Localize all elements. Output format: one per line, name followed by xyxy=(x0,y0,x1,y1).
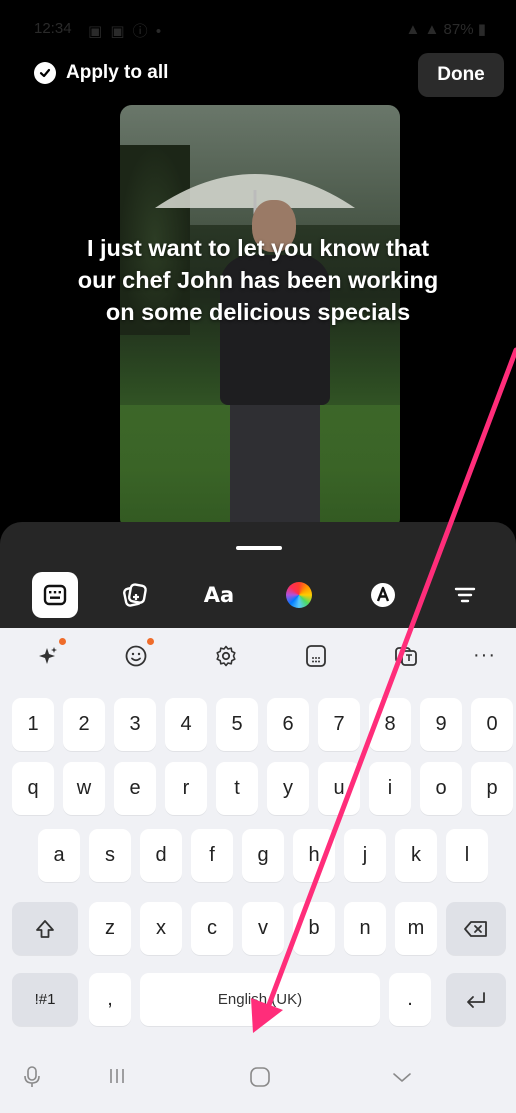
key-f[interactable]: f xyxy=(191,829,233,882)
key-g[interactable]: g xyxy=(242,829,284,882)
align-icon xyxy=(454,587,476,603)
home-button[interactable] xyxy=(248,1065,272,1089)
chevron-down-icon xyxy=(393,1073,411,1082)
keyboard-settings-button[interactable] xyxy=(206,636,246,676)
shift-icon xyxy=(36,919,54,938)
key-2[interactable]: 2 xyxy=(63,698,105,751)
key-b[interactable]: b xyxy=(293,902,335,955)
key-v[interactable]: v xyxy=(242,902,284,955)
key-p[interactable]: p xyxy=(471,762,513,815)
backspace-icon xyxy=(464,920,487,937)
key-m[interactable]: m xyxy=(395,902,437,955)
period-key[interactable]: . xyxy=(389,973,431,1026)
caption-line: on some delicious specials xyxy=(105,299,411,325)
translate-button[interactable] xyxy=(386,636,426,676)
enter-icon xyxy=(467,991,485,1008)
sticker-add-icon xyxy=(123,583,147,607)
on-screen-keyboard: ··· 1 2 3 4 5 6 7 8 9 0 q w e r t y u i … xyxy=(0,628,516,1113)
story-text-editor-screen: 12:34 ▣ ▣ ⓘ • ▲ ▲ 87% ▮ Apply to all Don… xyxy=(0,0,516,1113)
status-bar: 12:34 ▣ ▣ ⓘ • ▲ ▲ 87% ▮ xyxy=(0,0,516,54)
done-button[interactable]: Done xyxy=(418,53,504,97)
emoji-button[interactable] xyxy=(116,636,156,676)
key-8[interactable]: 8 xyxy=(369,698,411,751)
drag-handle[interactable] xyxy=(236,546,282,550)
key-w[interactable]: w xyxy=(63,762,105,815)
sticker-tool-button[interactable] xyxy=(112,572,158,618)
comma-key[interactable]: , xyxy=(89,973,131,1026)
text-editor-panel: Aa xyxy=(0,522,516,628)
key-t[interactable]: t xyxy=(216,762,258,815)
key-k[interactable]: k xyxy=(395,829,437,882)
text-style-tool-button[interactable]: Aa xyxy=(196,572,242,618)
editor-tool-row: Aa xyxy=(0,572,516,622)
check-circle-icon xyxy=(34,62,56,84)
backspace-key[interactable] xyxy=(446,902,506,955)
status-notification-icons: ▣ ▣ ⓘ • xyxy=(88,23,164,40)
ai-sparkle-icon xyxy=(39,647,57,664)
microphone-icon xyxy=(24,1066,40,1087)
system-navigation-bar xyxy=(0,1043,516,1113)
symbols-key[interactable]: !#1 xyxy=(12,973,78,1026)
key-l[interactable]: l xyxy=(446,829,488,882)
microphone-button[interactable] xyxy=(22,1065,42,1089)
key-0[interactable]: 0 xyxy=(471,698,513,751)
key-9[interactable]: 9 xyxy=(420,698,462,751)
key-j[interactable]: j xyxy=(344,829,386,882)
video-person-legs xyxy=(230,395,320,530)
key-o[interactable]: o xyxy=(420,762,462,815)
key-u[interactable]: u xyxy=(318,762,360,815)
settings-icon xyxy=(216,645,236,667)
key-a[interactable]: a xyxy=(38,829,80,882)
apply-to-all-toggle[interactable]: Apply to all xyxy=(34,62,168,84)
enter-key[interactable] xyxy=(446,973,506,1026)
key-s[interactable]: s xyxy=(89,829,131,882)
recent-apps-button[interactable] xyxy=(106,1065,128,1087)
notification-dot xyxy=(59,638,66,645)
emoji-icon xyxy=(125,645,147,667)
hide-keyboard-button[interactable] xyxy=(390,1065,414,1089)
keypad-icon xyxy=(306,645,326,667)
key-7[interactable]: 7 xyxy=(318,698,360,751)
key-q[interactable]: q xyxy=(12,762,54,815)
key-y[interactable]: y xyxy=(267,762,309,815)
apply-to-all-label: Apply to all xyxy=(66,62,169,83)
key-x[interactable]: x xyxy=(140,902,182,955)
text-outline-icon xyxy=(371,583,395,607)
keypad-button[interactable] xyxy=(296,636,336,676)
keyboard-toolbar: ··· xyxy=(0,628,516,684)
keyboard-tool-button[interactable] xyxy=(32,572,78,618)
notification-dot xyxy=(147,638,154,645)
key-d[interactable]: d xyxy=(140,829,182,882)
key-i[interactable]: i xyxy=(369,762,411,815)
ai-sparkle-button[interactable] xyxy=(28,636,68,676)
key-5[interactable]: 5 xyxy=(216,698,258,751)
status-time: 12:34 xyxy=(34,20,72,37)
translate-icon xyxy=(395,647,417,666)
key-6[interactable]: 6 xyxy=(267,698,309,751)
color-tool-button[interactable] xyxy=(276,572,322,618)
status-battery: ▲ ▲ 87% ▮ xyxy=(405,21,486,38)
text-outline-tool-button[interactable] xyxy=(360,572,406,618)
key-n[interactable]: n xyxy=(344,902,386,955)
space-bar[interactable]: English (UK) xyxy=(140,973,380,1026)
more-icon[interactable]: ··· xyxy=(473,644,496,667)
key-4[interactable]: 4 xyxy=(165,698,207,751)
keyboard-icon xyxy=(43,584,67,606)
key-c[interactable]: c xyxy=(191,902,233,955)
key-z[interactable]: z xyxy=(89,902,131,955)
align-tool-button[interactable] xyxy=(442,572,488,618)
home-icon xyxy=(250,1067,270,1087)
key-e[interactable]: e xyxy=(114,762,156,815)
key-h[interactable]: h xyxy=(293,829,335,882)
key-1[interactable]: 1 xyxy=(12,698,54,751)
caption-text[interactable]: I just want to let you know that our che… xyxy=(0,232,516,328)
color-wheel-icon xyxy=(286,582,312,608)
text-style-icon: Aa xyxy=(203,583,235,607)
recent-apps-icon xyxy=(110,1069,124,1083)
key-r[interactable]: r xyxy=(165,762,207,815)
caption-line: our chef John has been working xyxy=(77,267,439,293)
key-3[interactable]: 3 xyxy=(114,698,156,751)
shift-key[interactable] xyxy=(12,902,78,955)
caption-line: I just want to let you know that xyxy=(86,235,430,261)
